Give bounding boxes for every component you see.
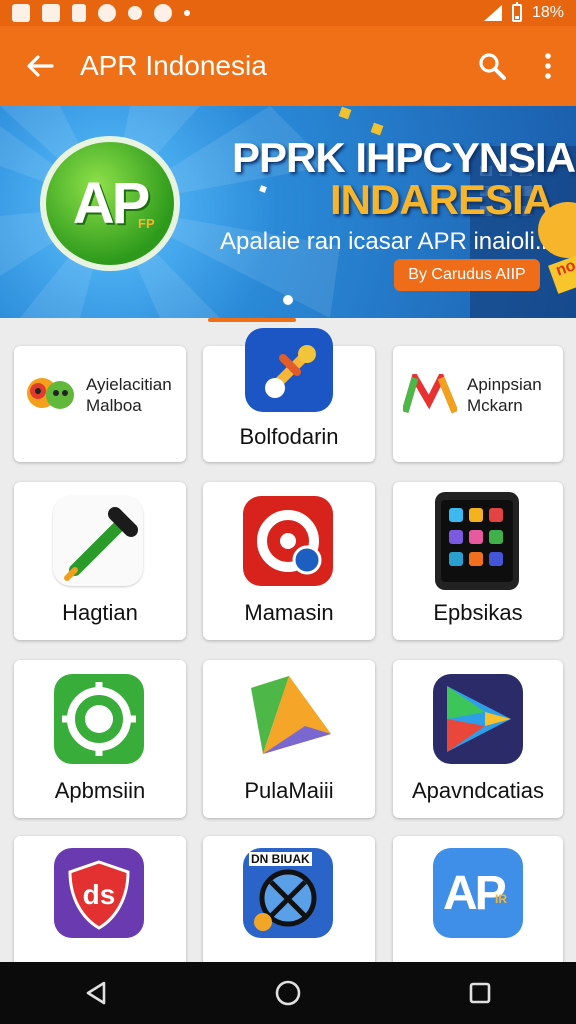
banner-headline-2: INDARESIA xyxy=(330,176,553,223)
colorful-m-icon xyxy=(403,374,457,414)
app-card[interactable]: ds xyxy=(14,836,186,962)
app-name: Hagtian xyxy=(62,600,138,625)
more-vertical-icon xyxy=(545,53,551,79)
app-name: Epbsikas xyxy=(433,600,523,625)
pencil-icon xyxy=(53,496,143,586)
nav-back-button[interactable] xyxy=(66,968,126,1018)
svg-text:ds: ds xyxy=(83,879,116,910)
data-icon xyxy=(72,4,86,22)
banner-logo: AP FP xyxy=(40,136,180,271)
shield-icon: ds xyxy=(54,848,144,938)
banner-pager-dot xyxy=(283,295,293,305)
app-card[interactable]: Mamasin xyxy=(203,482,375,640)
page-title: APR Indonesia xyxy=(80,50,267,81)
app-name: Ayielacitian Malboa xyxy=(86,374,172,416)
app-card[interactable]: Apinpsian Mckarn xyxy=(393,346,563,462)
chrome-icon xyxy=(154,4,172,22)
battery-icon xyxy=(511,2,522,22)
app-card[interactable]: Bolfodarin xyxy=(203,328,375,462)
app-name: PulaMaiii xyxy=(244,778,334,803)
app-name: Apavndcatias xyxy=(411,778,545,803)
nav-back-icon xyxy=(86,981,106,1005)
app-card[interactable]: DN BIUAK xyxy=(203,836,375,962)
gear-icon xyxy=(54,674,144,764)
app-name-line-1: Apinpsian xyxy=(467,375,542,394)
origami-icon xyxy=(243,670,333,760)
apr-logo-icon: AP IR xyxy=(433,848,523,938)
app-card[interactable]: Hagtian xyxy=(14,482,186,640)
battery-level: 18% xyxy=(531,4,564,21)
badge-icon: DN BIUAK xyxy=(243,848,333,938)
more-options-button[interactable] xyxy=(520,26,576,106)
app-bar: APR Indonesia xyxy=(0,26,576,106)
chat-bubbles-icon xyxy=(27,378,74,409)
system-nav-bar xyxy=(0,962,576,1024)
status-bar: 18% xyxy=(0,0,576,26)
app-name-line-2: Malboa xyxy=(86,396,142,415)
search-icon xyxy=(479,53,506,80)
app-card[interactable]: PulaMaiii xyxy=(203,660,375,818)
app-name: Bolfodarin xyxy=(239,424,339,449)
nav-recents-button[interactable] xyxy=(450,968,510,1018)
signal-icon xyxy=(483,5,502,21)
app-name-line-2: Mckarn xyxy=(467,396,523,415)
phone-icon xyxy=(435,492,519,590)
app-name-line-1: Ayielacitian xyxy=(86,375,172,394)
app-card[interactable]: AP IR xyxy=(393,836,563,962)
search-button[interactable] xyxy=(464,26,520,106)
banner-headline-1: PPRK IHPCYNSIA xyxy=(232,134,576,181)
tool-icon xyxy=(245,328,333,412)
paw-icon xyxy=(128,6,142,20)
dot-icon xyxy=(184,10,190,16)
banner-subtitle: Apalaie ran icasar APR inaioli.l xyxy=(220,228,547,255)
app-card[interactable]: Apavndcatias xyxy=(393,660,563,818)
app-card[interactable]: Ayielacitian Malboa xyxy=(14,346,186,462)
nav-recents-icon xyxy=(469,982,491,1004)
nav-home-button[interactable] xyxy=(258,968,318,1018)
back-button[interactable] xyxy=(0,26,80,106)
apr-logo-small-text: IR xyxy=(495,892,507,906)
notification-icon xyxy=(12,4,30,22)
app-name: Apinpsian Mckarn xyxy=(467,374,542,416)
app-card[interactable]: Epbsikas xyxy=(393,482,563,640)
app-icon xyxy=(42,4,60,22)
app-name: Mamasin xyxy=(244,600,334,625)
banner-cta-button[interactable]: By Carudus AIIP xyxy=(394,259,540,291)
arrow-left-icon xyxy=(27,55,54,77)
target-icon xyxy=(243,496,333,586)
logo-text: AP xyxy=(72,171,151,236)
nav-home-icon xyxy=(275,980,301,1006)
logo-small-text: FP xyxy=(138,216,155,231)
play-icon xyxy=(433,674,523,764)
app-grid: Ayielacitian Malboa Bolfodarin Apinpsian… xyxy=(0,322,576,962)
app-name: Apbmsiin xyxy=(54,778,146,803)
app-card[interactable]: Apbmsiin xyxy=(14,660,186,818)
promo-banner[interactable]: AP FP PPRK IHPCYNSIA INDARESIA Apalaie r… xyxy=(0,106,576,318)
badge-icon-text: DN BIUAK xyxy=(249,852,312,866)
spotify-icon xyxy=(98,4,116,22)
